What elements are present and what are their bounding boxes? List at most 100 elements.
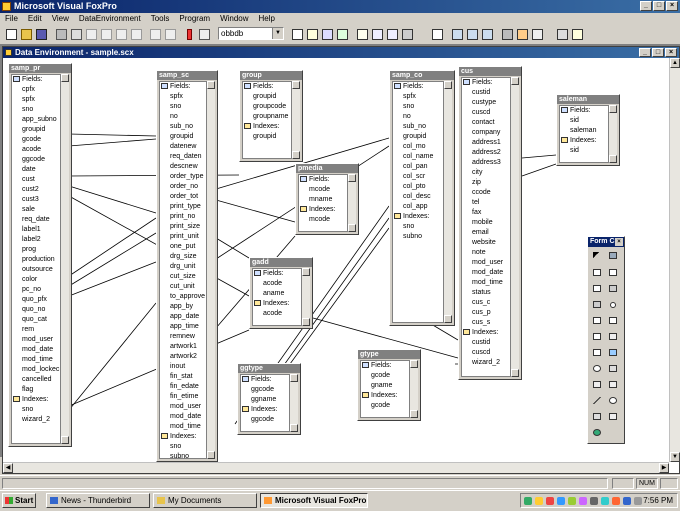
undo-button[interactable] bbox=[148, 27, 161, 40]
field-item[interactable]: app_by bbox=[160, 302, 206, 312]
index-item[interactable]: ggcode bbox=[241, 415, 289, 425]
field-item[interactable]: groupid bbox=[243, 92, 291, 102]
field-item[interactable]: groupname bbox=[243, 112, 291, 122]
field-item[interactable]: to_approve bbox=[160, 292, 206, 302]
scroll-down-arrow[interactable] bbox=[207, 451, 215, 459]
index-item[interactable]: gcode bbox=[361, 401, 409, 411]
index-item[interactable]: sno bbox=[393, 222, 443, 232]
field-item[interactable]: mod_date bbox=[12, 345, 60, 355]
index-item[interactable]: acode bbox=[253, 309, 301, 319]
index-item[interactable]: custid bbox=[462, 338, 510, 348]
tray-app-icon[interactable] bbox=[579, 497, 587, 505]
menu-view[interactable]: View bbox=[47, 13, 74, 25]
scroll-down-arrow[interactable] bbox=[444, 315, 452, 323]
minimize-button[interactable]: _ bbox=[640, 1, 652, 11]
taskbar-item-foxpro[interactable]: Microsoft Visual FoxPro bbox=[260, 493, 368, 508]
field-item[interactable]: pc_no bbox=[12, 285, 60, 295]
field-item[interactable]: cuscd bbox=[462, 108, 510, 118]
menu-help[interactable]: Help bbox=[254, 13, 280, 25]
de-maximize-button[interactable]: □ bbox=[652, 48, 664, 57]
field-item[interactable]: sub_no bbox=[160, 122, 206, 132]
field-item[interactable]: groupid bbox=[12, 125, 60, 135]
copy-button[interactable] bbox=[114, 27, 127, 40]
table-title[interactable]: ggtype bbox=[238, 364, 300, 373]
field-item[interactable]: mod_time bbox=[462, 278, 510, 288]
browse-button[interactable] bbox=[530, 27, 543, 40]
scroll-down-arrow[interactable] bbox=[290, 424, 298, 432]
field-item[interactable]: sno bbox=[393, 102, 443, 112]
tray-app-icon[interactable] bbox=[612, 497, 620, 505]
field-item[interactable]: mcode bbox=[299, 185, 347, 195]
checkbox-tool[interactable] bbox=[591, 315, 603, 326]
form-controls-title[interactable]: Form C × bbox=[588, 237, 624, 247]
de-close-button[interactable]: × bbox=[665, 48, 677, 57]
save-button[interactable] bbox=[34, 27, 47, 40]
field-item[interactable]: datenew bbox=[160, 142, 206, 152]
scroll-down-arrow[interactable] bbox=[302, 318, 310, 326]
field-item[interactable]: col_mo bbox=[393, 142, 443, 152]
field-item[interactable]: outsource bbox=[12, 265, 60, 275]
table-scrollbar[interactable] bbox=[511, 77, 519, 377]
table-title[interactable]: gadd bbox=[250, 258, 312, 267]
field-item[interactable]: fax bbox=[462, 208, 510, 218]
field-item[interactable]: mod_date bbox=[462, 268, 510, 278]
field-item[interactable]: mobile bbox=[462, 218, 510, 228]
table-field-list[interactable]: Fields: sid saleman Indexes: sid bbox=[559, 105, 609, 163]
field-item[interactable]: req_daten bbox=[160, 152, 206, 162]
field-item[interactable]: groupcode bbox=[243, 102, 291, 112]
table-field-list[interactable]: Fields: mcode mname Indexes: mcode bbox=[298, 174, 348, 232]
grid-tool[interactable] bbox=[591, 347, 603, 358]
field-item[interactable]: website bbox=[462, 238, 510, 248]
field-item[interactable]: sale bbox=[12, 205, 60, 215]
field-item[interactable]: contact bbox=[462, 118, 510, 128]
table-pmedia[interactable]: pmedia Fields: mcode mname Indexes: mcod… bbox=[295, 163, 359, 235]
field-item[interactable]: col_app bbox=[393, 202, 443, 212]
listbox-tool[interactable] bbox=[591, 331, 603, 342]
scroll-up-arrow[interactable] bbox=[290, 374, 298, 382]
field-item[interactable]: cut_unit bbox=[160, 282, 206, 292]
field-item[interactable]: flag bbox=[12, 385, 60, 395]
index-item[interactable]: groupid bbox=[243, 132, 291, 142]
field-item[interactable]: app_time bbox=[160, 322, 206, 332]
print-button[interactable] bbox=[54, 27, 67, 40]
table-samp-co[interactable]: samp_co Fields: spfx sno no sub_no group… bbox=[389, 70, 455, 326]
scroll-down-arrow[interactable] bbox=[609, 155, 617, 163]
field-item[interactable]: spfx bbox=[12, 95, 60, 105]
field-item[interactable]: address1 bbox=[462, 138, 510, 148]
field-item[interactable]: descnew bbox=[160, 162, 206, 172]
layout-button[interactable] bbox=[480, 27, 493, 40]
field-item[interactable]: col_pto bbox=[393, 182, 443, 192]
hyperlink-tool[interactable] bbox=[591, 427, 603, 438]
data-environment-button[interactable] bbox=[450, 27, 463, 40]
new-file-button[interactable] bbox=[4, 27, 17, 40]
table-scrollbar[interactable] bbox=[207, 81, 215, 459]
scroll-down-arrow[interactable] bbox=[292, 151, 300, 159]
label-tool[interactable] bbox=[591, 267, 603, 278]
spinner-tool[interactable] bbox=[607, 331, 619, 342]
taskbar-item-my-documents[interactable]: My Documents bbox=[153, 493, 257, 508]
field-item[interactable]: sid bbox=[560, 116, 608, 126]
updates-icon[interactable] bbox=[568, 497, 576, 505]
field-item[interactable]: order_type bbox=[160, 172, 206, 182]
data-environment-canvas[interactable]: samp_pr Fields: cpfx spfx sno app_subno … bbox=[3, 58, 669, 462]
menu-program[interactable]: Program bbox=[174, 13, 215, 25]
field-item[interactable]: mod_user bbox=[160, 402, 206, 412]
index-item[interactable]: cuscd bbox=[462, 348, 510, 358]
table-scrollbar[interactable] bbox=[348, 174, 356, 232]
field-item[interactable]: ccode bbox=[462, 188, 510, 198]
field-item[interactable]: no bbox=[393, 112, 443, 122]
scroll-up-arrow[interactable] bbox=[609, 105, 617, 113]
field-item[interactable]: mod_user bbox=[462, 258, 510, 268]
field-item[interactable]: quo_pfx bbox=[12, 295, 60, 305]
display-icon[interactable] bbox=[601, 497, 609, 505]
field-item[interactable]: drg_unit bbox=[160, 262, 206, 272]
forms-button[interactable] bbox=[385, 27, 398, 40]
scroll-up-arrow[interactable] bbox=[511, 77, 519, 85]
line-tool[interactable] bbox=[591, 395, 603, 406]
separator-tool[interactable] bbox=[607, 411, 619, 422]
command-window-button[interactable] bbox=[290, 27, 303, 40]
field-item[interactable]: saleman bbox=[560, 126, 608, 136]
field-item[interactable]: print_size bbox=[160, 222, 206, 232]
field-item[interactable]: col_scr bbox=[393, 172, 443, 182]
tray-app-icon[interactable] bbox=[623, 497, 631, 505]
